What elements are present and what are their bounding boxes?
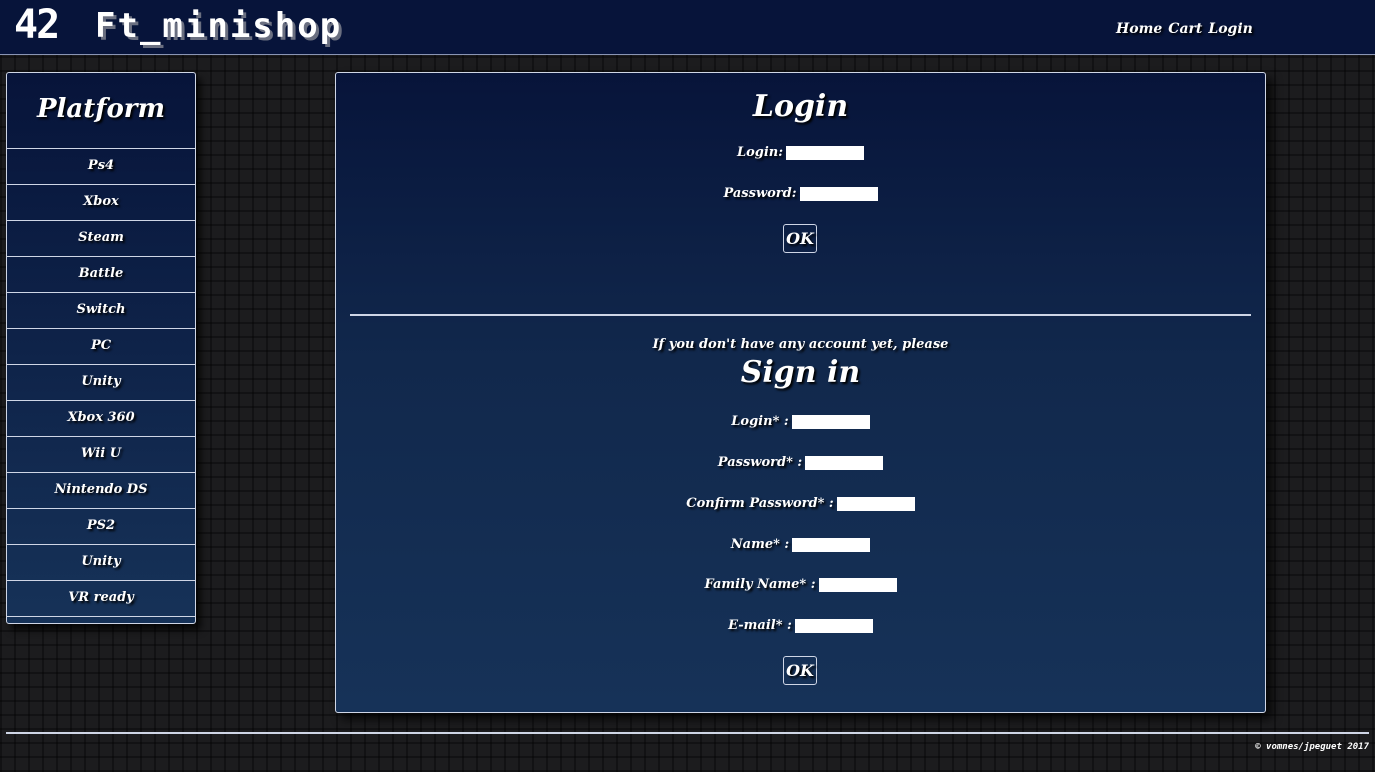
signin-family-label: Family Name* : xyxy=(704,577,816,592)
signin-password-row: Password* : xyxy=(336,455,1265,470)
sidebar-item-battle[interactable]: Battle xyxy=(7,257,195,293)
signin-confirm-row: Confirm Password* : xyxy=(336,496,1265,511)
signin-family-row: Family Name* : xyxy=(336,577,1265,592)
login-username-label: Login: xyxy=(736,145,784,160)
signin-email-label: E-mail* : xyxy=(728,618,792,633)
signin-login-row: Login* : xyxy=(336,414,1265,429)
site-title[interactable]: Ft_minishop xyxy=(95,6,342,46)
signin-name-input[interactable] xyxy=(792,537,871,552)
signin-password-label: Password* : xyxy=(717,455,803,470)
login-username-row: Login: xyxy=(336,145,1265,160)
sidebar-item-ps2[interactable]: PS2 xyxy=(7,509,195,545)
sidebar-item-switch[interactable]: Switch xyxy=(7,293,195,329)
sidebar-item-unity-2[interactable]: Unity xyxy=(7,545,195,581)
login-ok-button[interactable]: OK xyxy=(783,224,817,253)
footer-divider xyxy=(6,732,1369,734)
section-divider xyxy=(350,314,1251,316)
login-username-input[interactable] xyxy=(786,145,865,160)
signin-name-row: Name* : xyxy=(336,537,1265,552)
sidebar-item-unity[interactable]: Unity xyxy=(7,365,195,401)
signin-login-label: Login* : xyxy=(731,414,789,429)
signin-login-input[interactable] xyxy=(791,414,870,429)
sidebar-item-vr-ready[interactable]: VR ready xyxy=(7,581,195,617)
login-password-input[interactable] xyxy=(799,186,878,201)
login-heading: Login xyxy=(752,89,849,124)
signin-ok-button[interactable]: OK xyxy=(783,656,817,685)
sidebar-item-xbox[interactable]: Xbox xyxy=(7,185,195,221)
login-password-row: Password: xyxy=(336,186,1265,201)
sidebar-item-steam[interactable]: Steam xyxy=(7,221,195,257)
signin-confirm-label: Confirm Password* : xyxy=(686,496,834,511)
sidebar-item-pc[interactable]: PC xyxy=(7,329,195,365)
signin-confirm-input[interactable] xyxy=(836,496,915,511)
nav-cart-link[interactable]: Cart xyxy=(1168,21,1202,37)
sidebar-item-xbox-360[interactable]: Xbox 360 xyxy=(7,401,195,437)
top-nav: Home Cart Login xyxy=(1116,21,1253,37)
signin-password-input[interactable] xyxy=(805,455,884,470)
sidebar-title: Platform xyxy=(7,73,195,149)
platform-sidebar: Platform Ps4 Xbox Steam Battle Switch PC… xyxy=(6,72,196,624)
account-panel: Login Login: Password: OK If you don't h… xyxy=(335,72,1266,713)
nav-home-link[interactable]: Home xyxy=(1116,21,1162,37)
signin-name-label: Name* : xyxy=(730,537,790,552)
footer-copyright: © vomnes/jpeguet 2017 xyxy=(1255,742,1369,752)
signin-hint: If you don't have any account yet, pleas… xyxy=(652,337,949,352)
signin-heading: Sign in xyxy=(740,355,861,390)
nav-login-link[interactable]: Login xyxy=(1208,21,1252,37)
header: 42 Ft_minishop Home Cart Login xyxy=(0,0,1375,55)
login-password-label: Password: xyxy=(723,186,797,201)
sidebar-item-wii-u[interactable]: Wii U xyxy=(7,437,195,473)
signin-email-input[interactable] xyxy=(794,618,873,633)
signin-family-input[interactable] xyxy=(818,577,897,592)
signin-email-row: E-mail* : xyxy=(336,618,1265,633)
sidebar-item-nintendo-ds[interactable]: Nintendo DS xyxy=(7,473,195,509)
42-logo[interactable]: 42 xyxy=(14,4,60,46)
sidebar-item-ps4[interactable]: Ps4 xyxy=(7,149,195,185)
